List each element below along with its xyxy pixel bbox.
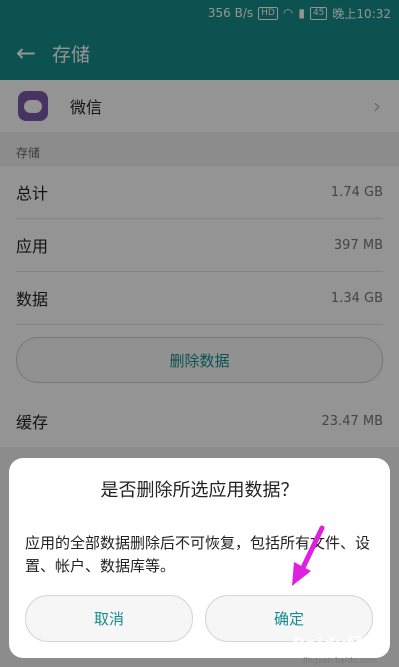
cancel-button[interactable]: 取消: [25, 595, 193, 642]
confirm-dialog: 是否删除所选应用数据？ 应用的全部数据删除后不可恢复，包括所有文件、设置、帐户、…: [9, 458, 390, 658]
dialog-message: 应用的全部数据删除后不可恢复，包括所有文件、设置、帐户、数据库等。: [25, 534, 371, 575]
dialog-title: 是否删除所选应用数据？: [100, 480, 299, 501]
watermark-url: jingyan.baidu.com: [303, 656, 377, 665]
watermark-logo: Baidu经验: [292, 635, 381, 655]
